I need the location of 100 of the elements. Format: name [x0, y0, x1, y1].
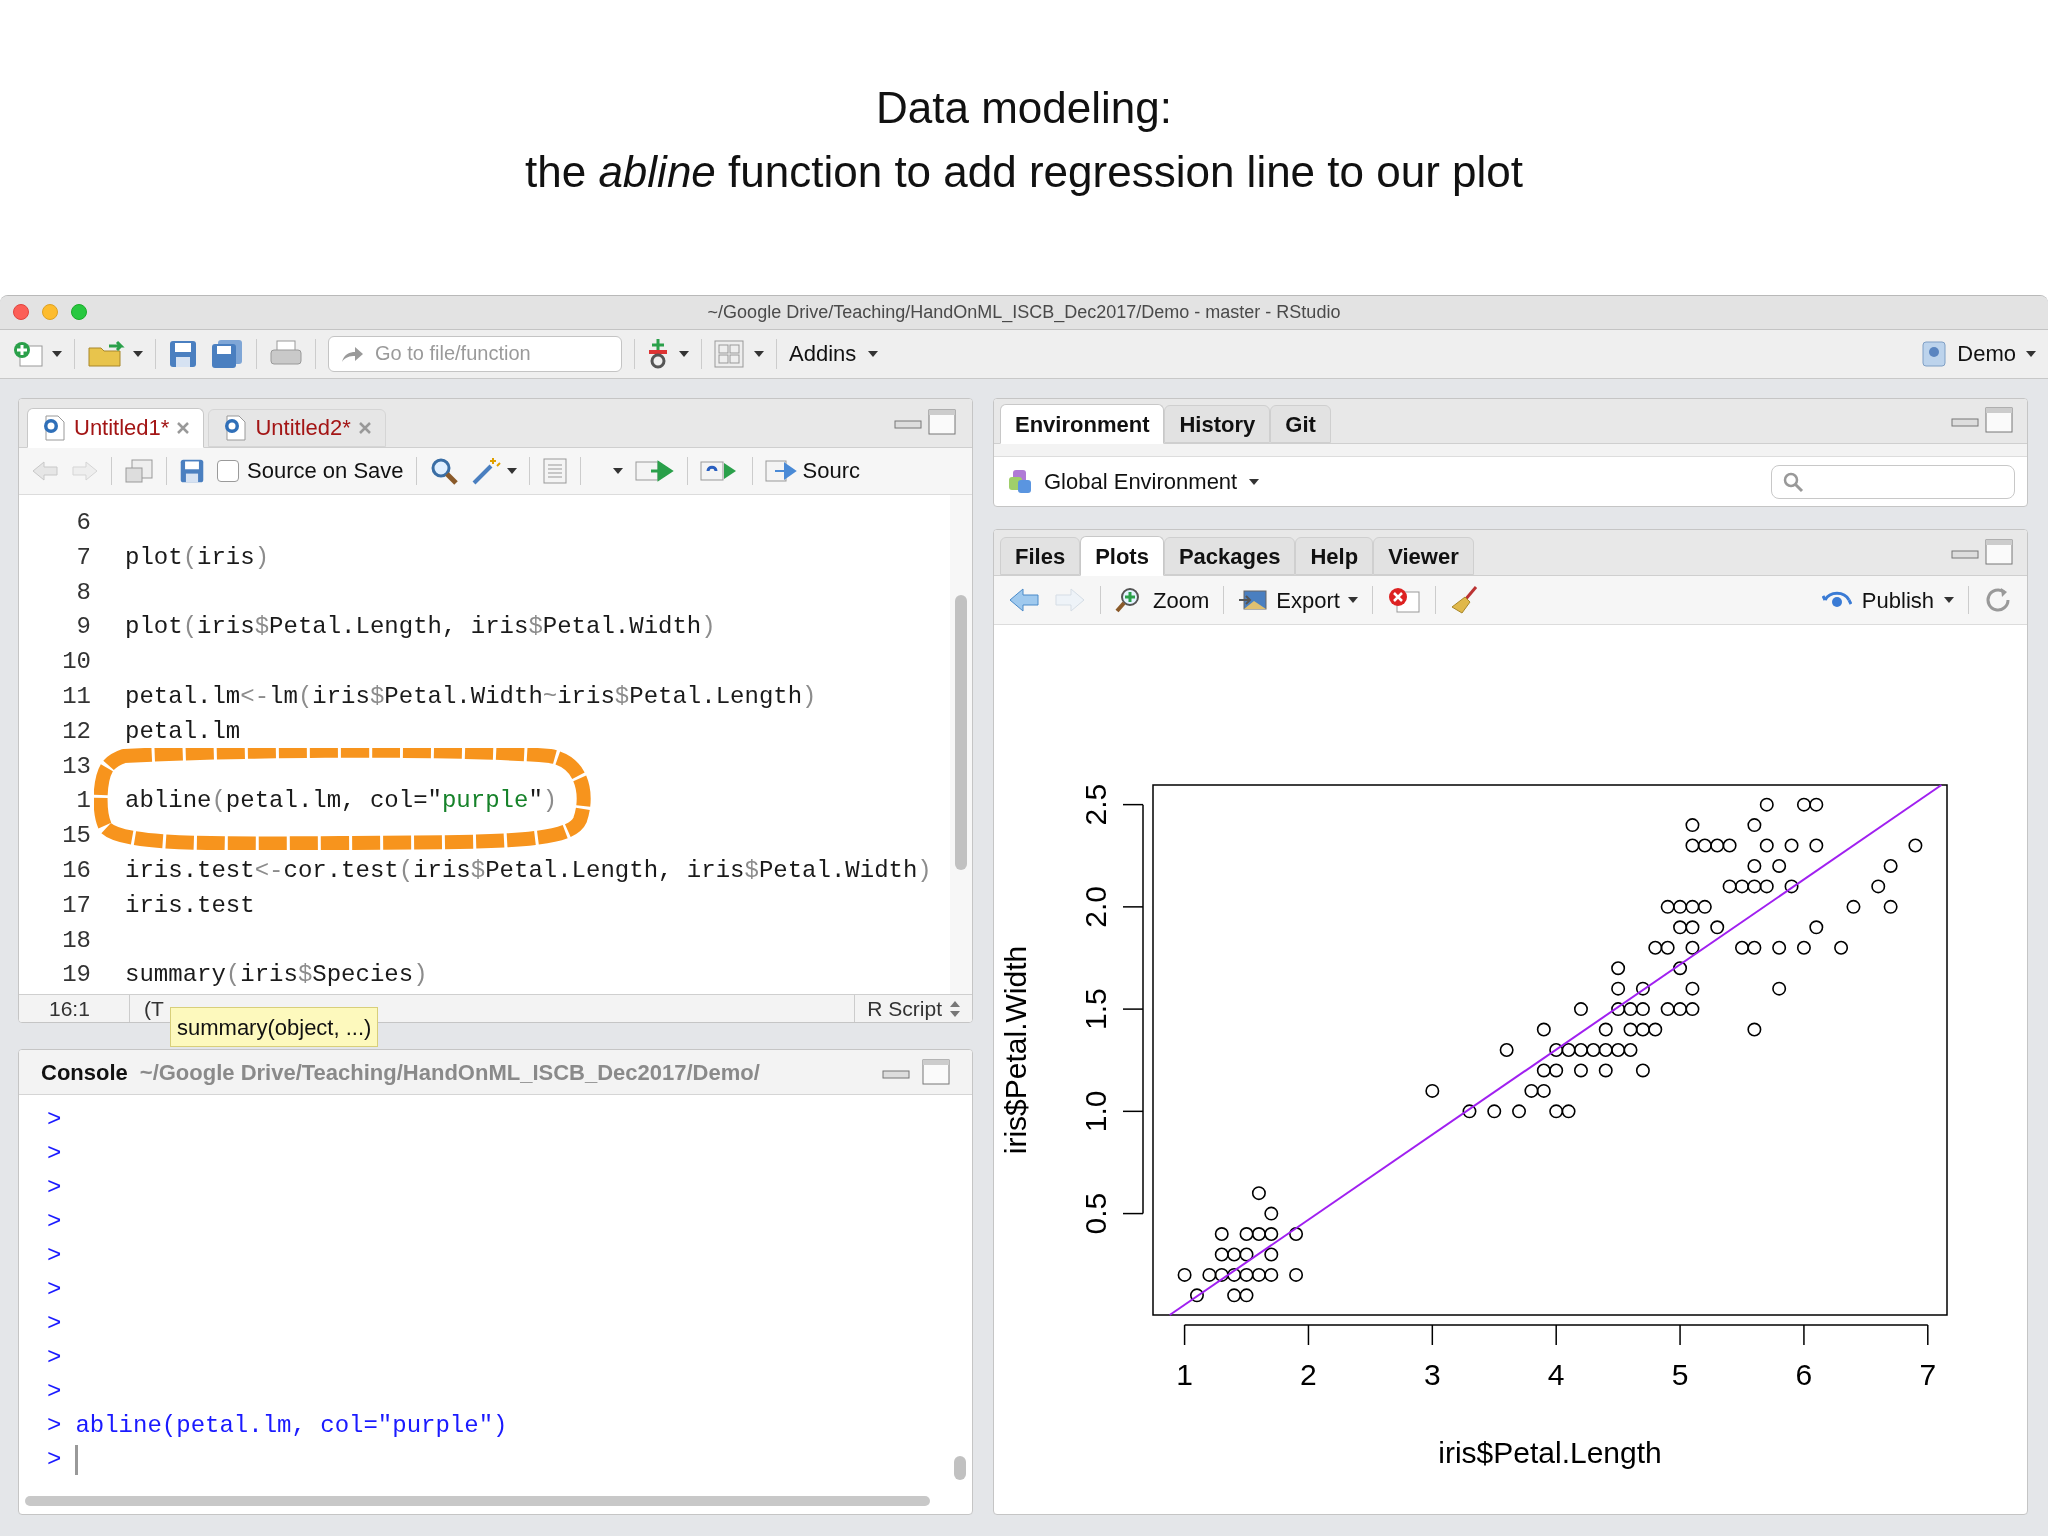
pane-tab[interactable]: Viewer — [1373, 537, 1474, 575]
save-icon[interactable] — [179, 457, 205, 484]
slide-title: the abline function to add regression line to our plot — [525, 146, 1523, 198]
file-tab[interactable]: Untitled1* — [27, 407, 205, 448]
maximize-pane-icon[interactable] — [1985, 407, 2013, 433]
export-button[interactable]: Export — [1238, 583, 1358, 617]
data-point — [1685, 981, 1700, 996]
line-number: 7 — [76, 543, 91, 571]
open-file-button[interactable] — [87, 339, 143, 368]
data-point — [1673, 1002, 1688, 1017]
build-icon — [647, 337, 669, 370]
data-point — [1871, 879, 1886, 894]
forward-arrow-icon[interactable] — [71, 459, 99, 482]
environment-selector[interactable]: Global Environment — [1044, 465, 1260, 498]
pane-tab[interactable]: Packages — [1163, 537, 1296, 575]
minimize-window-button[interactable] — [42, 304, 58, 321]
zoom-button[interactable]: Zoom — [1115, 583, 1210, 617]
data-point — [1685, 920, 1700, 935]
data-point — [1735, 940, 1749, 955]
zoom-window-button[interactable] — [71, 304, 87, 321]
tick-label: 1 — [1176, 1358, 1193, 1391]
data-point — [1673, 899, 1688, 914]
pane-tab[interactable]: Plots — [1080, 536, 1164, 576]
document-outline-icon[interactable] — [541, 456, 568, 485]
pane-tab[interactable]: Help — [1295, 537, 1374, 575]
pane-tab[interactable]: History — [1164, 405, 1271, 443]
close-tab-icon[interactable] — [358, 421, 371, 434]
pane-tab[interactable]: Files — [1000, 537, 1081, 575]
data-point — [1499, 1043, 1514, 1057]
remove-plot-icon[interactable] — [1386, 586, 1421, 614]
save-all-icon[interactable] — [210, 338, 244, 369]
scrollbar-thumb[interactable] — [954, 1456, 966, 1480]
layout-button[interactable] — [714, 339, 764, 368]
caret-icon — [1249, 478, 1260, 485]
data-point — [1239, 1227, 1254, 1242]
caret-icon[interactable] — [612, 467, 623, 474]
data-point — [1549, 1043, 1564, 1057]
caret-icon — [1944, 597, 1954, 603]
close-window-button[interactable] — [13, 304, 29, 321]
publish-button[interactable]: Publish — [1821, 583, 1954, 617]
slide-title: Data modeling: — [876, 82, 1172, 134]
go-to-file-field[interactable]: Go to file/function — [328, 335, 622, 372]
code-line: plot(iris) — [125, 542, 270, 573]
save-icon[interactable] — [168, 338, 198, 369]
up-down-icon — [950, 1000, 960, 1017]
console-prompt: > — [47, 1241, 62, 1271]
data-point — [1685, 899, 1700, 914]
data-point — [1673, 920, 1688, 935]
source-button[interactable]: Sourc — [764, 454, 861, 488]
horizontal-scrollbar[interactable] — [25, 1496, 930, 1506]
caret-icon — [506, 467, 517, 474]
data-point — [1809, 838, 1824, 853]
data-point — [1623, 1022, 1638, 1037]
scrollbar-thumb[interactable] — [955, 594, 967, 870]
show-in-window-icon[interactable] — [124, 457, 154, 484]
file-type-selector[interactable]: R Script — [855, 992, 972, 1022]
data-point — [1685, 940, 1700, 955]
code-line: summary(iris$Species) — [125, 960, 428, 991]
window-title: ~/Google Drive/Teaching/HandOnML_ISCB_Dec2017/Demo - master - RStudio — [707, 300, 1341, 325]
search-field[interactable] — [1771, 464, 2015, 499]
data-point — [1908, 838, 1923, 853]
project-menu[interactable]: Demo — [1921, 337, 2036, 371]
build-button[interactable] — [647, 337, 689, 370]
broom-icon[interactable] — [1449, 585, 1480, 615]
maximize-pane-icon[interactable] — [922, 1059, 950, 1085]
data-point — [1673, 961, 1688, 976]
data-point — [1710, 920, 1725, 935]
forward-arrow-icon[interactable] — [1054, 587, 1086, 613]
file-tab[interactable]: Untitled2* — [208, 408, 386, 447]
source-on-save-checkbox[interactable]: Source on Save — [217, 454, 404, 488]
maximize-pane-icon[interactable] — [928, 408, 956, 435]
scope-indicator[interactable]: (T — [130, 992, 164, 1022]
grid-icon — [714, 339, 744, 368]
data-point — [1660, 940, 1675, 955]
data-point — [1598, 1043, 1613, 1057]
data-point — [1735, 879, 1749, 894]
data-point — [1648, 940, 1663, 955]
pane-tab[interactable]: Git — [1270, 405, 1331, 443]
maximize-pane-icon[interactable] — [1985, 539, 2013, 565]
data-point — [1809, 797, 1824, 812]
data-point — [1685, 818, 1700, 833]
pane-tab[interactable]: Environment — [1000, 404, 1165, 444]
new-file-icon — [12, 339, 46, 368]
environment-icon — [1008, 468, 1034, 495]
code-tools-button[interactable] — [470, 455, 517, 486]
back-arrow-icon[interactable] — [31, 459, 59, 482]
data-point — [1549, 1063, 1564, 1078]
new-file-button[interactable] — [12, 339, 62, 368]
close-tab-icon[interactable] — [177, 421, 190, 434]
data-point — [1883, 858, 1898, 873]
data-point — [1573, 1043, 1588, 1057]
data-point — [1189, 1288, 1204, 1303]
data-point — [1573, 1063, 1588, 1078]
data-point — [1623, 1043, 1638, 1057]
line-number: 1 — [76, 787, 91, 815]
addins-menu[interactable]: Addins — [789, 337, 879, 371]
data-point — [1239, 1247, 1254, 1262]
data-point — [1289, 1227, 1304, 1242]
data-point — [1561, 1043, 1576, 1057]
back-arrow-icon[interactable] — [1008, 587, 1040, 613]
